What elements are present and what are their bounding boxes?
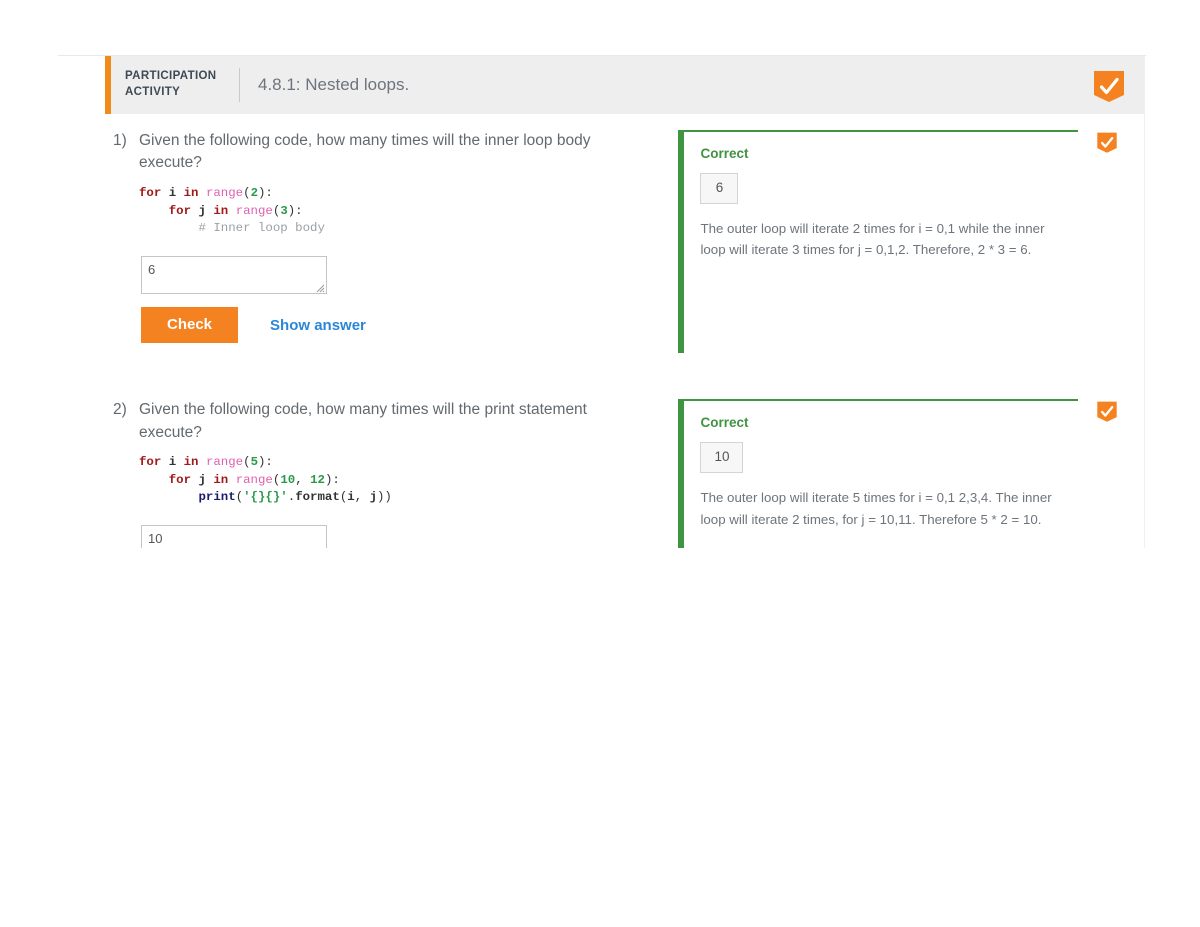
question-left-column: 2) Given the following code, how many ti… — [105, 383, 679, 548]
question-text: 1) Given the following code, how many ti… — [113, 130, 678, 175]
answer-input[interactable] — [141, 525, 327, 548]
check-button[interactable]: Check — [141, 306, 239, 344]
code-block: for i in range(2): for j in range(3): # … — [139, 184, 679, 238]
feedback-status: Correct — [700, 146, 749, 161]
feedback-status: Correct — [700, 415, 749, 431]
activity-viewport: PARTICIPATION ACTIVITY 4.8.1: Nested loo… — [105, 56, 1145, 548]
feedback-answer-chip: 6 — [700, 173, 739, 204]
question-row: 1) Given the following code, how many ti… — [105, 114, 1144, 354]
feedback-panel: Correct 10 The outer loop will iterate 5… — [678, 399, 1079, 548]
activity-kicker: PARTICIPATION ACTIVITY — [125, 69, 237, 100]
answer-input-wrapper — [141, 525, 327, 548]
question-completion-badge — [1096, 132, 1118, 353]
feedback-explanation: The outer loop will iterate 5 times for … — [700, 490, 1052, 527]
show-answer-button[interactable]: Show answer — [270, 317, 366, 334]
question-left-column: 1) Given the following code, how many ti… — [105, 114, 679, 353]
question-right-column: Correct 6 The outer loop will iterate 2 … — [678, 114, 1144, 354]
activity-header: PARTICIPATION ACTIVITY 4.8.1: Nested loo… — [105, 56, 1144, 114]
answer-input-wrapper — [141, 255, 327, 294]
question-text: 2) Given the following code, how many ti… — [113, 399, 678, 444]
question-number: 2) — [113, 401, 127, 419]
question-right-column: Correct 10 The outer loop will iterate 5… — [678, 383, 1144, 548]
feedback-explanation: The outer loop will iterate 2 times for … — [700, 220, 1045, 258]
question-prompt: Given the following code, how many times… — [139, 401, 587, 441]
question-separator — [105, 353, 1144, 384]
question-actions: Check Show answer — [141, 306, 678, 344]
activity-kicker-line2: ACTIVITY — [125, 86, 181, 98]
answer-input[interactable] — [141, 255, 327, 294]
check-shield-icon — [1094, 71, 1124, 102]
header-completion-badge — [1092, 70, 1126, 104]
code-block: for i in range(5): for j in range(10, 12… — [139, 454, 679, 508]
activity-kicker-line1: PARTICIPATION — [125, 70, 217, 83]
check-shield-icon — [1097, 401, 1118, 422]
header-divider — [239, 68, 240, 102]
question-number: 1) — [113, 132, 127, 149]
feedback-answer-chip: 10 — [700, 442, 744, 474]
question-prompt: Given the following code, how many times… — [139, 132, 591, 172]
feedback-panel: Correct 6 The outer loop will iterate 2 … — [678, 130, 1079, 354]
question-row: 2) Given the following code, how many ti… — [105, 383, 1144, 548]
question-completion-badge — [1096, 401, 1118, 548]
check-shield-icon — [1097, 132, 1118, 153]
activity-title: 4.8.1: Nested loops. — [258, 75, 410, 94]
